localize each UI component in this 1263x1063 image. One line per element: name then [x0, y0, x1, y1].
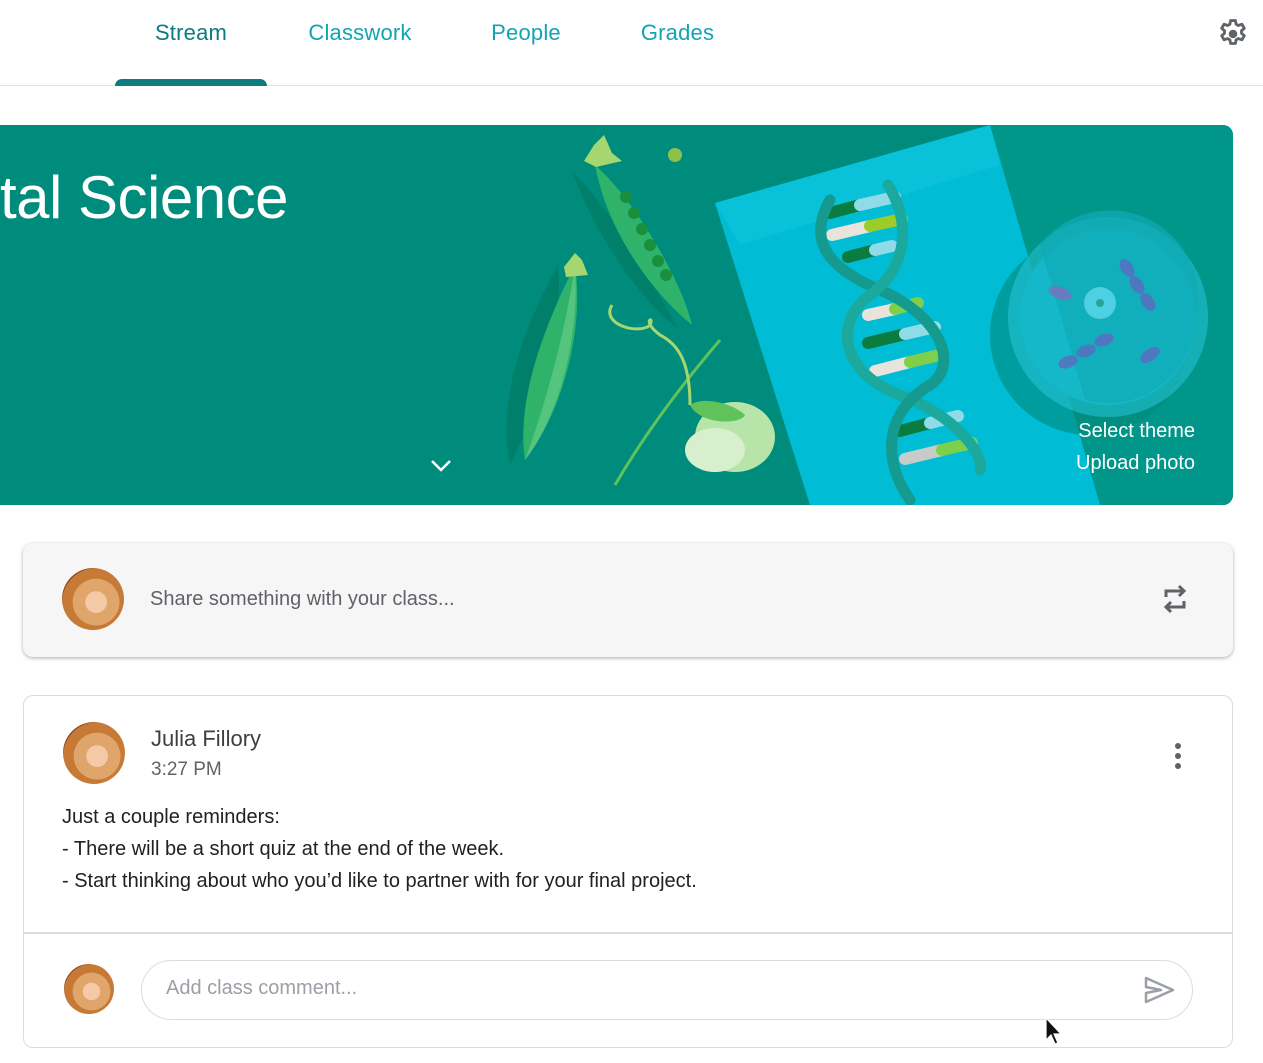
tab-grades-label: Grades [640, 20, 715, 45]
more-vert-icon[interactable] [1168, 736, 1188, 776]
repeat-icon[interactable] [1157, 581, 1193, 617]
tab-people[interactable]: People [470, 0, 582, 86]
share-box[interactable]: Share something with your class... [23, 543, 1233, 657]
post-body-line: - There will be a short quiz at the end … [62, 838, 505, 860]
select-theme-link[interactable]: Select theme [1078, 420, 1195, 443]
active-tab-indicator [115, 79, 267, 86]
pea-flower [608, 304, 775, 486]
user-avatar [62, 568, 124, 630]
post-body: Just a couple reminders: - There will be… [62, 801, 697, 897]
tab-classwork-label: Classwork [308, 20, 412, 45]
divider [24, 932, 1232, 934]
chevron-down-icon[interactable] [428, 455, 454, 475]
post-author: Julia Fillory [151, 726, 262, 751]
pea-pod-closed [506, 253, 588, 465]
gear-icon [1220, 19, 1246, 45]
author-avatar [63, 722, 125, 784]
tab-stream-label: Stream [154, 20, 228, 45]
comment-input[interactable]: Add class comment... [141, 960, 1193, 1020]
pea-pod-open [573, 135, 692, 328]
tab-classwork[interactable]: Classwork [290, 0, 430, 86]
tab-grades[interactable]: Grades [620, 0, 735, 86]
class-banner: tal Science Select theme Upload photo [0, 125, 1233, 505]
post-body-line: - Start thinking about who you’d like to… [62, 870, 697, 892]
share-placeholder: Share something with your class... [150, 588, 455, 610]
class-title: tal Science [0, 164, 289, 231]
announcement-post: Julia Fillory 3:27 PM Just a couple remi… [23, 695, 1233, 1048]
settings-button[interactable] [1215, 16, 1251, 52]
upload-photo-link[interactable]: Upload photo [1076, 452, 1195, 475]
tab-stream[interactable]: Stream [115, 0, 267, 86]
comment-placeholder: Add class comment... [166, 977, 358, 999]
send-icon[interactable] [1142, 973, 1176, 1007]
post-body-line: Just a couple reminders: [62, 806, 280, 828]
tab-people-label: People [491, 20, 561, 45]
top-nav: Stream Classwork People Grades [0, 0, 1263, 86]
post-timestamp: 3:27 PM [151, 759, 222, 780]
commenter-avatar [64, 964, 114, 1014]
